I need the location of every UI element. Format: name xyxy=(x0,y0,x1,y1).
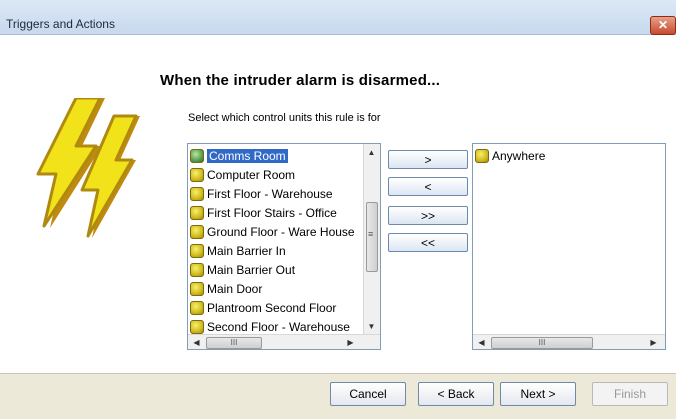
control-unit-icon xyxy=(190,319,204,334)
list-item[interactable]: Plantroom Second Floor xyxy=(190,298,336,317)
list-item-label: Comms Room xyxy=(207,148,288,163)
scroll-thumb[interactable]: III xyxy=(491,337,593,349)
control-unit-icon xyxy=(190,300,204,315)
assigned-units-list[interactable]: Anywhere ◀ III ▶ xyxy=(472,143,666,350)
available-units-list[interactable]: Comms Room Computer Room First Floor - War… xyxy=(187,143,381,350)
scroll-thumb[interactable]: ≡ xyxy=(366,202,378,272)
instruction-text: Select which control units this rule is … xyxy=(188,112,381,124)
add-button[interactable]: > xyxy=(388,150,468,169)
scroll-thumb-grip: ≡ xyxy=(368,229,374,239)
page-heading: When the intruder alarm is disarmed... xyxy=(160,72,441,89)
control-unit-icon xyxy=(190,148,204,163)
close-button[interactable]: ✕ xyxy=(650,16,676,35)
remove-button[interactable]: < xyxy=(388,177,468,196)
list-item-label: Main Barrier Out xyxy=(207,262,296,277)
window-title: Triggers and Actions xyxy=(6,17,115,31)
control-unit-icon xyxy=(475,148,489,163)
list-item[interactable]: Ground Floor - Ware House xyxy=(190,222,355,241)
list-item[interactable]: First Floor - Warehouse xyxy=(190,184,333,203)
control-unit-icon xyxy=(190,262,204,277)
horizontal-scrollbar[interactable]: ◀ III ▶ xyxy=(473,334,665,349)
list-item-label: First Floor - Warehouse xyxy=(207,186,333,201)
list-item-label: Computer Room xyxy=(207,167,296,182)
list-item-label: Anywhere xyxy=(492,148,546,163)
vertical-scrollbar[interactable]: ▲ ≡ ▼ xyxy=(363,144,380,334)
next-button[interactable]: Next > xyxy=(500,382,576,406)
list-item[interactable]: Computer Room xyxy=(190,165,295,184)
list-item-label: Plantroom Second Floor xyxy=(207,300,337,315)
list-item[interactable]: Main Barrier In xyxy=(190,241,286,260)
list-item[interactable]: First Floor Stairs - Office xyxy=(190,203,337,222)
lightning-bolts-icon xyxy=(36,98,140,238)
scroll-up-arrow[interactable]: ▲ xyxy=(365,146,378,159)
control-unit-icon xyxy=(190,186,204,201)
scroll-right-arrow[interactable]: ▶ xyxy=(647,336,660,349)
control-unit-icon xyxy=(190,224,204,239)
list-item-label: Second Floor - Warehouse xyxy=(207,319,350,334)
list-item[interactable]: Main Door xyxy=(190,279,262,298)
list-item[interactable]: Main Barrier Out xyxy=(190,260,295,279)
remove-all-button[interactable]: << xyxy=(388,233,468,252)
finish-button[interactable]: Finish xyxy=(592,382,668,406)
title-bar: Triggers and Actions ✕ xyxy=(0,0,676,35)
list-item[interactable]: Anywhere xyxy=(475,146,545,165)
cancel-button[interactable]: Cancel xyxy=(330,382,406,406)
scroll-left-arrow[interactable]: ◀ xyxy=(475,336,488,349)
list-item-label: Main Door xyxy=(207,281,263,296)
scroll-down-arrow[interactable]: ▼ xyxy=(365,320,378,333)
list-item-label: First Floor Stairs - Office xyxy=(207,205,337,220)
control-unit-icon xyxy=(190,167,204,182)
control-unit-icon xyxy=(190,243,204,258)
control-unit-icon xyxy=(190,281,204,296)
scroll-thumb[interactable]: III xyxy=(206,337,262,349)
list-item-label: Main Barrier In xyxy=(207,243,286,258)
scroll-right-arrow[interactable]: ▶ xyxy=(344,336,357,349)
add-all-button[interactable]: >> xyxy=(388,206,468,225)
list-item-label: Ground Floor - Ware House xyxy=(207,224,355,239)
control-unit-icon xyxy=(190,205,204,220)
list-item[interactable]: Comms Room xyxy=(190,146,288,165)
horizontal-scrollbar[interactable]: ◀ III ▶ xyxy=(188,334,380,349)
back-button[interactable]: < Back xyxy=(418,382,494,406)
scroll-left-arrow[interactable]: ◀ xyxy=(190,336,203,349)
